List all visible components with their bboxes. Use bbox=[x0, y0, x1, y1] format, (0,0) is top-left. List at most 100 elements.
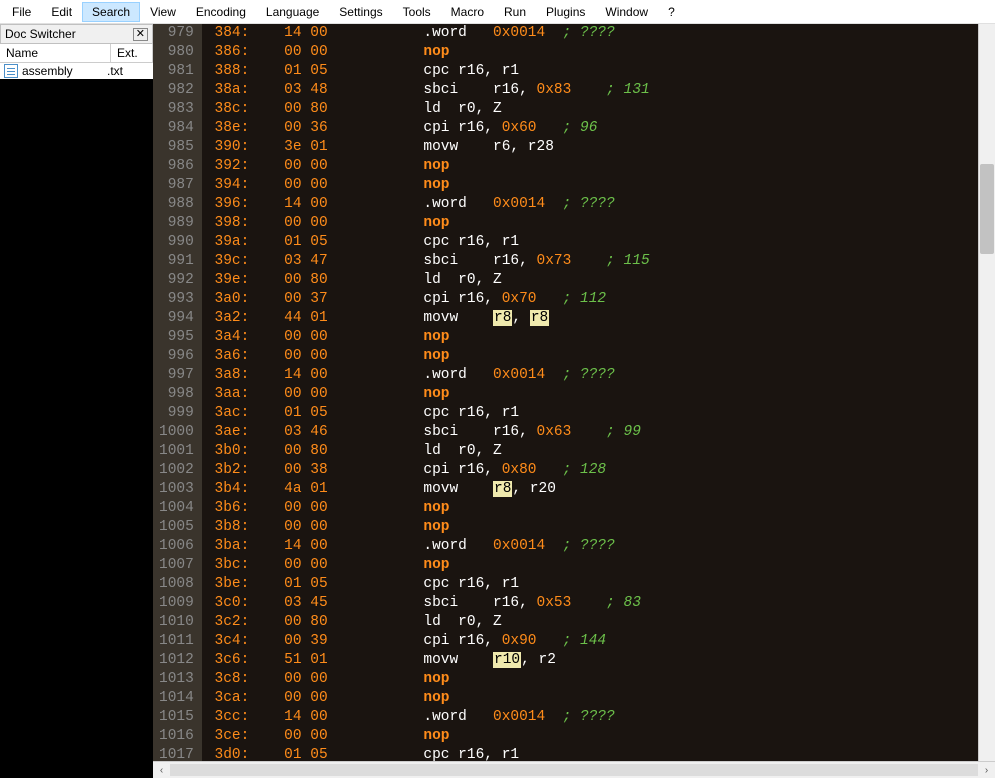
code-line[interactable]: 3a8: 14 00 .word 0x0014 ; ???? bbox=[206, 366, 978, 385]
code-line[interactable]: 394: 00 00 nop bbox=[206, 176, 978, 195]
line-number: 991 bbox=[159, 252, 194, 271]
column-name[interactable]: Name bbox=[0, 44, 111, 62]
line-number: 1016 bbox=[159, 727, 194, 746]
menu-view[interactable]: View bbox=[140, 2, 186, 22]
code-line[interactable]: 392: 00 00 nop bbox=[206, 157, 978, 176]
code-line[interactable]: 386: 00 00 nop bbox=[206, 43, 978, 62]
vertical-scrollbar[interactable] bbox=[978, 24, 995, 761]
line-number: 1017 bbox=[159, 746, 194, 761]
code-line[interactable]: 3be: 01 05 cpc r16, r1 bbox=[206, 575, 978, 594]
code-line[interactable]: 3c2: 00 80 ld r0, Z bbox=[206, 613, 978, 632]
line-number: 987 bbox=[159, 176, 194, 195]
code-line[interactable]: 3c6: 51 01 movw r10, r2 bbox=[206, 651, 978, 670]
list-item[interactable]: assembly .txt bbox=[0, 63, 153, 79]
code-line[interactable]: 38a: 03 48 sbci r16, 0x83 ; 131 bbox=[206, 81, 978, 100]
code-line[interactable]: 388: 01 05 cpc r16, r1 bbox=[206, 62, 978, 81]
code-line[interactable]: 3a0: 00 37 cpi r16, 0x70 ; 112 bbox=[206, 290, 978, 309]
scroll-right-icon[interactable]: › bbox=[978, 762, 995, 779]
doc-switcher-panel: Doc Switcher ✕ Name Ext. assembly .txt bbox=[0, 24, 153, 778]
main-area: Doc Switcher ✕ Name Ext. assembly .txt 9… bbox=[0, 24, 995, 778]
code-editor[interactable]: 9799809819829839849859869879889899909919… bbox=[153, 24, 995, 761]
line-number: 1009 bbox=[159, 594, 194, 613]
code-line[interactable]: 3ce: 00 00 nop bbox=[206, 727, 978, 746]
close-icon[interactable]: ✕ bbox=[133, 28, 148, 41]
line-number: 997 bbox=[159, 366, 194, 385]
code-line[interactable]: 3b6: 00 00 nop bbox=[206, 499, 978, 518]
doc-switcher-title: Doc Switcher bbox=[5, 27, 76, 41]
menu-help[interactable]: ? bbox=[658, 2, 685, 22]
line-number-gutter: 9799809819829839849859869879889899909919… bbox=[153, 24, 202, 761]
menu-plugins[interactable]: Plugins bbox=[536, 2, 595, 22]
line-number: 995 bbox=[159, 328, 194, 347]
line-number: 982 bbox=[159, 81, 194, 100]
code-line[interactable]: 3ba: 14 00 .word 0x0014 ; ???? bbox=[206, 537, 978, 556]
code-line[interactable]: 3a4: 00 00 nop bbox=[206, 328, 978, 347]
line-number: 979 bbox=[159, 24, 194, 43]
scroll-left-icon[interactable]: ‹ bbox=[153, 762, 170, 779]
line-number: 994 bbox=[159, 309, 194, 328]
code-line[interactable]: 3bc: 00 00 nop bbox=[206, 556, 978, 575]
code-line[interactable]: 396: 14 00 .word 0x0014 ; ???? bbox=[206, 195, 978, 214]
code-line[interactable]: 3d0: 01 05 cpc r16, r1 bbox=[206, 746, 978, 761]
line-number: 986 bbox=[159, 157, 194, 176]
code-line[interactable]: 3cc: 14 00 .word 0x0014 ; ???? bbox=[206, 708, 978, 727]
code-line[interactable]: 3b8: 00 00 nop bbox=[206, 518, 978, 537]
code-line[interactable]: 3ae: 03 46 sbci r16, 0x63 ; 99 bbox=[206, 423, 978, 442]
doc-switcher-header: Doc Switcher ✕ bbox=[0, 24, 153, 44]
menu-language[interactable]: Language bbox=[256, 2, 329, 22]
menu-edit[interactable]: Edit bbox=[41, 2, 82, 22]
code-line[interactable]: 39c: 03 47 sbci r16, 0x73 ; 115 bbox=[206, 252, 978, 271]
line-number: 980 bbox=[159, 43, 194, 62]
code-line[interactable]: 3c0: 03 45 sbci r16, 0x53 ; 83 bbox=[206, 594, 978, 613]
line-number: 993 bbox=[159, 290, 194, 309]
menu-file[interactable]: File bbox=[2, 2, 41, 22]
line-number: 990 bbox=[159, 233, 194, 252]
menu-macro[interactable]: Macro bbox=[441, 2, 494, 22]
code-line[interactable]: 38c: 00 80 ld r0, Z bbox=[206, 100, 978, 119]
line-number: 1008 bbox=[159, 575, 194, 594]
line-number: 1014 bbox=[159, 689, 194, 708]
line-number: 988 bbox=[159, 195, 194, 214]
code-line[interactable]: 3aa: 00 00 nop bbox=[206, 385, 978, 404]
line-number: 1003 bbox=[159, 480, 194, 499]
code-line[interactable]: 3b2: 00 38 cpi r16, 0x80 ; 128 bbox=[206, 461, 978, 480]
file-name: assembly bbox=[22, 64, 107, 78]
code-line[interactable]: 390: 3e 01 movw r6, r28 bbox=[206, 138, 978, 157]
code-line[interactable]: 3ac: 01 05 cpc r16, r1 bbox=[206, 404, 978, 423]
horizontal-scrollbar-track[interactable] bbox=[170, 762, 978, 778]
line-number: 1005 bbox=[159, 518, 194, 537]
line-number: 1001 bbox=[159, 442, 194, 461]
code-line[interactable]: 384: 14 00 .word 0x0014 ; ???? bbox=[206, 24, 978, 43]
code-line[interactable]: 398: 00 00 nop bbox=[206, 214, 978, 233]
code-line[interactable]: 3ca: 00 00 nop bbox=[206, 689, 978, 708]
line-number: 983 bbox=[159, 100, 194, 119]
vertical-scrollbar-thumb[interactable] bbox=[980, 164, 994, 254]
code-content[interactable]: 384: 14 00 .word 0x0014 ; ???? 386: 00 0… bbox=[202, 24, 978, 761]
code-line[interactable]: 3c4: 00 39 cpi r16, 0x90 ; 144 bbox=[206, 632, 978, 651]
file-icon bbox=[4, 64, 18, 78]
menu-tools[interactable]: Tools bbox=[393, 2, 441, 22]
code-line[interactable]: 38e: 00 36 cpi r16, 0x60 ; 96 bbox=[206, 119, 978, 138]
code-line[interactable]: 3a6: 00 00 nop bbox=[206, 347, 978, 366]
menu-settings[interactable]: Settings bbox=[329, 2, 392, 22]
sidebar-empty bbox=[0, 79, 153, 778]
editor-wrap: 9799809819829839849859869879889899909919… bbox=[153, 24, 995, 778]
code-line[interactable]: 3b4: 4a 01 movw r8, r20 bbox=[206, 480, 978, 499]
menu-encoding[interactable]: Encoding bbox=[186, 2, 256, 22]
menubar: FileEditSearchViewEncodingLanguageSettin… bbox=[0, 0, 995, 24]
code-line[interactable]: 3c8: 00 00 nop bbox=[206, 670, 978, 689]
menu-run[interactable]: Run bbox=[494, 2, 536, 22]
code-line[interactable]: 39e: 00 80 ld r0, Z bbox=[206, 271, 978, 290]
line-number: 996 bbox=[159, 347, 194, 366]
horizontal-scrollbar[interactable]: ‹ › bbox=[153, 761, 995, 778]
menu-window[interactable]: Window bbox=[595, 2, 658, 22]
code-line[interactable]: 39a: 01 05 cpc r16, r1 bbox=[206, 233, 978, 252]
line-number: 1013 bbox=[159, 670, 194, 689]
horizontal-scrollbar-thumb[interactable] bbox=[170, 764, 978, 776]
line-number: 1010 bbox=[159, 613, 194, 632]
menu-search[interactable]: Search bbox=[82, 2, 140, 22]
code-line[interactable]: 3a2: 44 01 movw r8, r8 bbox=[206, 309, 978, 328]
column-ext[interactable]: Ext. bbox=[111, 44, 153, 62]
code-line[interactable]: 3b0: 00 80 ld r0, Z bbox=[206, 442, 978, 461]
line-number: 989 bbox=[159, 214, 194, 233]
